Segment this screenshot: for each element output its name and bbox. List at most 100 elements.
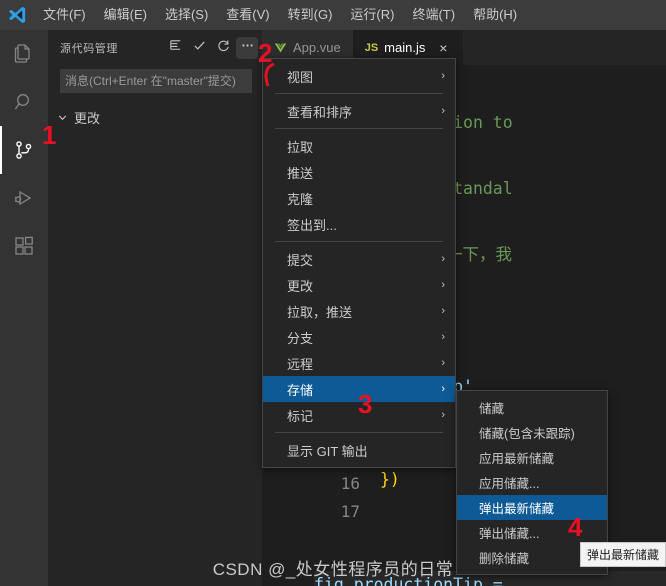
menu-tags[interactable]: 标记 › [263, 402, 455, 428]
checkmark-icon [192, 38, 207, 58]
chevron-right-icon: › [441, 357, 445, 369]
run-debug-icon [12, 186, 36, 210]
menu-commit[interactable]: 提交 › [263, 246, 455, 272]
gutter-line-number: 16 [340, 474, 360, 493]
activity-explorer[interactable] [0, 30, 48, 78]
menu-separator [275, 93, 443, 94]
stash-tooltip: 弹出最新储藏 [580, 542, 666, 567]
vscode-logo [6, 5, 28, 25]
chevron-down-icon [56, 111, 69, 124]
view-as-list-icon [168, 38, 183, 58]
vue-file-icon [274, 41, 287, 54]
tab-label: main.js [384, 40, 426, 55]
side-bar-source-control: 源代码管理 消息(Ctrl+Enter 在"master"提交) 更改 [48, 30, 262, 586]
menu-checkout-to[interactable]: 签出到... [263, 211, 455, 237]
code-closing-brace: }) [380, 470, 400, 489]
menubar-goto[interactable]: 转到(G) [279, 0, 342, 30]
activity-bar [0, 30, 48, 586]
menu-item-label: 签出到... [287, 217, 337, 233]
changes-section-label: 更改 [74, 110, 101, 126]
chevron-right-icon: › [441, 279, 445, 291]
menu-separator [275, 432, 443, 433]
menubar-view[interactable]: 查看(V) [217, 0, 278, 30]
submenu-item-label: 应用最新储藏 [479, 452, 555, 466]
menu-changes[interactable]: 更改 › [263, 272, 455, 298]
menu-item-label: 分支 [287, 330, 314, 346]
menu-item-label: 克隆 [287, 191, 314, 207]
submenu-item-label: 删除储藏 [479, 552, 530, 566]
scm-commit[interactable] [188, 37, 210, 59]
chevron-right-icon: › [441, 105, 445, 117]
menu-show-git-output[interactable]: 显示 GIT 输出 [263, 437, 455, 463]
menu-separator [275, 241, 443, 242]
menu-item-label: 拉取，推送 [287, 304, 353, 320]
scm-view-as-list[interactable] [164, 37, 186, 59]
git-actions-menu: 视图 › 查看和排序 › 拉取 推送 克隆 签出到... 提交 › 更改 › 拉… [262, 58, 456, 468]
activity-search[interactable] [0, 78, 48, 126]
code-token: fig.productionTip = [314, 575, 513, 586]
refresh-icon [216, 38, 231, 58]
activity-extensions[interactable] [0, 222, 48, 270]
more-actions-icon [240, 38, 255, 58]
submenu-item-label: 弹出最新储藏 [479, 502, 555, 516]
menu-separator [275, 128, 443, 129]
menu-branch[interactable]: 分支 › [263, 324, 455, 350]
submenu-apply-latest-stash[interactable]: 应用最新储藏 [457, 445, 607, 470]
menu-bar: 文件(F) 编辑(E) 选择(S) 查看(V) 转到(G) 运行(R) 终端(T… [34, 0, 526, 30]
sidebar-header: 源代码管理 [48, 30, 262, 65]
vscode-window: 文件(F) 编辑(E) 选择(S) 查看(V) 转到(G) 运行(R) 终端(T… [0, 0, 666, 586]
sidebar-title: 源代码管理 [60, 42, 118, 55]
menu-item-label: 显示 GIT 输出 [287, 443, 368, 459]
menubar-terminal[interactable]: 终端(T) [403, 0, 464, 30]
scm-more-actions[interactable] [236, 36, 258, 59]
menu-item-label: 更改 [287, 278, 314, 294]
source-control-icon [12, 138, 36, 162]
menubar-run[interactable]: 运行(R) [341, 0, 403, 30]
submenu-apply-stash[interactable]: 应用储藏... [457, 470, 607, 495]
title-bar: 文件(F) 编辑(E) 选择(S) 查看(V) 转到(G) 运行(R) 终端(T… [0, 0, 666, 30]
menu-view[interactable]: 视图 › [263, 63, 455, 89]
submenu-item-label: 储藏(包含未跟踪) [479, 427, 575, 441]
menu-item-label: 标记 [287, 408, 314, 424]
menu-view-and-sort[interactable]: 查看和排序 › [263, 98, 455, 124]
chevron-right-icon: › [441, 409, 445, 421]
menu-stash[interactable]: 存储 › [263, 376, 455, 402]
submenu-stash-include-untracked[interactable]: 储藏(包含未跟踪) [457, 420, 607, 445]
chevron-right-icon: › [441, 383, 445, 395]
submenu-item-label: 应用储藏... [479, 477, 540, 491]
commit-message-input[interactable] [60, 69, 252, 93]
submenu-stash[interactable]: 储藏 [457, 395, 607, 420]
gutter-line-numbers: 16 17 [300, 470, 360, 526]
menu-pull-push[interactable]: 拉取，推送 › [263, 298, 455, 324]
changes-section-header[interactable]: 更改 [48, 106, 262, 128]
extensions-icon [12, 234, 36, 258]
menu-item-label: 推送 [287, 165, 314, 181]
tab-close-icon[interactable]: × [435, 40, 451, 56]
activity-run-debug[interactable] [0, 174, 48, 222]
menubar-help[interactable]: 帮助(H) [464, 0, 526, 30]
gutter-line-number: 17 [340, 502, 360, 521]
menubar-selection[interactable]: 选择(S) [156, 0, 217, 30]
chevron-right-icon: › [441, 331, 445, 343]
menubar-file[interactable]: 文件(F) [34, 0, 95, 30]
tab-label: App.vue [293, 40, 341, 55]
search-icon [12, 90, 36, 114]
submenu-item-label: 弹出储藏... [479, 527, 540, 541]
menu-clone[interactable]: 克隆 [263, 185, 455, 211]
submenu-pop-latest-stash[interactable]: 弹出最新储藏 [457, 495, 607, 520]
menu-item-label: 提交 [287, 252, 314, 268]
menubar-edit[interactable]: 编辑(E) [95, 0, 156, 30]
js-file-icon: JS [364, 41, 379, 54]
submenu-item-label: 储藏 [479, 402, 505, 416]
files-icon [12, 42, 36, 66]
menu-item-label: 存储 [287, 382, 314, 398]
sidebar-actions [164, 36, 258, 59]
scm-refresh[interactable] [212, 37, 234, 59]
menu-push[interactable]: 推送 [263, 159, 455, 185]
menu-item-label: 视图 [287, 69, 314, 85]
menu-item-label: 拉取 [287, 139, 314, 155]
chevron-right-icon: › [441, 253, 445, 265]
menu-remote[interactable]: 远程 › [263, 350, 455, 376]
activity-source-control[interactable] [0, 126, 48, 174]
menu-pull[interactable]: 拉取 [263, 133, 455, 159]
